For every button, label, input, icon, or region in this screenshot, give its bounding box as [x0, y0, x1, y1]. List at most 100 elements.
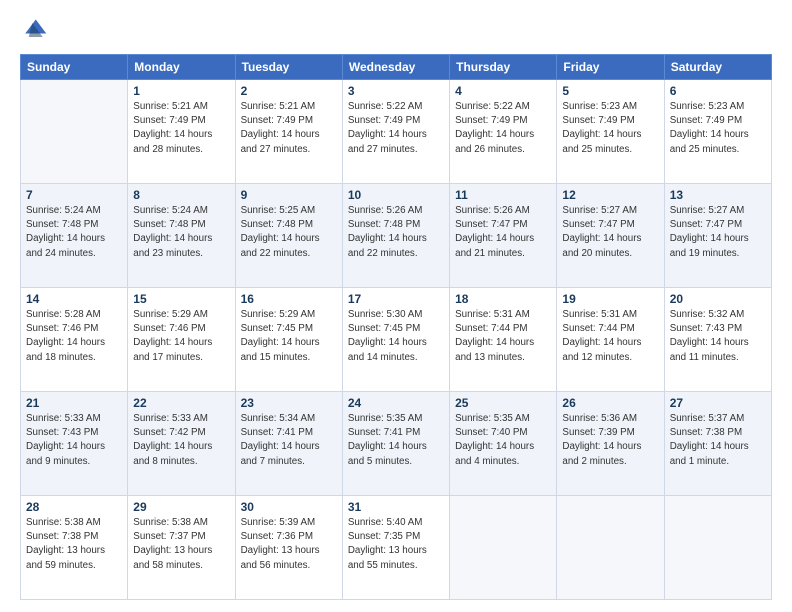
day-info: Sunrise: 5:22 AM Sunset: 7:49 PM Dayligh…: [455, 100, 551, 157]
calendar-cell: 18Sunrise: 5:31 AM Sunset: 7:44 PM Dayli…: [450, 288, 557, 392]
day-info: Sunrise: 5:38 AM Sunset: 7:37 PM Dayligh…: [133, 516, 229, 573]
day-number: 14: [26, 292, 122, 306]
day-info: Sunrise: 5:24 AM Sunset: 7:48 PM Dayligh…: [133, 204, 229, 261]
day-info: Sunrise: 5:35 AM Sunset: 7:40 PM Dayligh…: [455, 412, 551, 469]
calendar-cell: 24 Sunrise: 5:35 AM Sunset: 7:41 PM Dayli…: [342, 392, 449, 496]
header: [20, 16, 772, 44]
day-number: 10: [348, 188, 444, 202]
day-number: 6: [670, 84, 766, 98]
calendar-cell: 23 Sunrise: 5:34 AM Sunset: 7:41 PM Dayli…: [235, 392, 342, 496]
calendar-cell: 17 Sunrise: 5:30 AM Sunset: 7:45 PM Dayli…: [342, 288, 449, 392]
calendar-cell: [557, 496, 664, 600]
calendar-cell: 7 Sunrise: 5:24 AM Sunset: 7:48 PM Daylig…: [21, 184, 128, 288]
day-info: Sunrise: 5:21 AM Sunset: 7:49 PM Dayligh…: [241, 100, 337, 157]
calendar-cell: 13Sunrise: 5:27 AM Sunset: 7:47 PM Dayli…: [664, 184, 771, 288]
day-number: 12: [562, 188, 658, 202]
day-info: Sunrise: 5:24 AM Sunset: 7:48 PM Dayligh…: [26, 204, 122, 261]
calendar-col-header: Saturday: [664, 55, 771, 80]
day-number: 25: [455, 396, 551, 410]
day-number: 28: [26, 500, 122, 514]
calendar-table: SundayMondayTuesdayWednesdayThursdayFrid…: [20, 54, 772, 600]
calendar-cell: [664, 496, 771, 600]
calendar-header-row: SundayMondayTuesdayWednesdayThursdayFrid…: [21, 55, 772, 80]
calendar-cell: 20 Sunrise: 5:32 AM Sunset: 7:43 PM Dayli…: [664, 288, 771, 392]
calendar-cell: [21, 80, 128, 184]
calendar-cell: 30 Sunrise: 5:39 AM Sunset: 7:36 PM Dayli…: [235, 496, 342, 600]
day-info: Sunrise: 5:23 AM Sunset: 7:49 PM Dayligh…: [562, 100, 658, 157]
calendar-cell: 4Sunrise: 5:22 AM Sunset: 7:49 PM Daylig…: [450, 80, 557, 184]
calendar-col-header: Sunday: [21, 55, 128, 80]
calendar-cell: 28 Sunrise: 5:38 AM Sunset: 7:38 PM Dayli…: [21, 496, 128, 600]
day-number: 2: [241, 84, 337, 98]
calendar-week-row: 21 Sunrise: 5:33 AM Sunset: 7:43 PM Dayli…: [21, 392, 772, 496]
calendar-cell: 15Sunrise: 5:29 AM Sunset: 7:46 PM Dayli…: [128, 288, 235, 392]
day-number: 23: [241, 396, 337, 410]
day-info: Sunrise: 5:30 AM Sunset: 7:45 PM Dayligh…: [348, 308, 444, 365]
day-number: 15: [133, 292, 229, 306]
calendar-cell: [450, 496, 557, 600]
calendar-cell: 26Sunrise: 5:36 AM Sunset: 7:39 PM Dayli…: [557, 392, 664, 496]
calendar-week-row: 7 Sunrise: 5:24 AM Sunset: 7:48 PM Daylig…: [21, 184, 772, 288]
calendar-cell: 1 Sunrise: 5:21 AM Sunset: 7:49 PM Daylig…: [128, 80, 235, 184]
calendar-week-row: 1 Sunrise: 5:21 AM Sunset: 7:49 PM Daylig…: [21, 80, 772, 184]
calendar-col-header: Thursday: [450, 55, 557, 80]
day-info: Sunrise: 5:32 AM Sunset: 7:43 PM Dayligh…: [670, 308, 766, 365]
calendar-cell: 21 Sunrise: 5:33 AM Sunset: 7:43 PM Dayli…: [21, 392, 128, 496]
day-number: 17: [348, 292, 444, 306]
calendar-cell: 25 Sunrise: 5:35 AM Sunset: 7:40 PM Dayli…: [450, 392, 557, 496]
day-number: 20: [670, 292, 766, 306]
calendar-cell: 6Sunrise: 5:23 AM Sunset: 7:49 PM Daylig…: [664, 80, 771, 184]
day-info: Sunrise: 5:26 AM Sunset: 7:47 PM Dayligh…: [455, 204, 551, 261]
day-number: 31: [348, 500, 444, 514]
calendar-cell: 12 Sunrise: 5:27 AM Sunset: 7:47 PM Dayli…: [557, 184, 664, 288]
day-number: 29: [133, 500, 229, 514]
day-info: Sunrise: 5:25 AM Sunset: 7:48 PM Dayligh…: [241, 204, 337, 261]
day-number: 1: [133, 84, 229, 98]
calendar-cell: 29 Sunrise: 5:38 AM Sunset: 7:37 PM Dayli…: [128, 496, 235, 600]
day-number: 30: [241, 500, 337, 514]
day-number: 24: [348, 396, 444, 410]
day-info: Sunrise: 5:27 AM Sunset: 7:47 PM Dayligh…: [562, 204, 658, 261]
day-number: 16: [241, 292, 337, 306]
calendar-cell: 16Sunrise: 5:29 AM Sunset: 7:45 PM Dayli…: [235, 288, 342, 392]
day-number: 19: [562, 292, 658, 306]
day-info: Sunrise: 5:26 AM Sunset: 7:48 PM Dayligh…: [348, 204, 444, 261]
day-info: Sunrise: 5:39 AM Sunset: 7:36 PM Dayligh…: [241, 516, 337, 573]
day-number: 5: [562, 84, 658, 98]
calendar-cell: 11 Sunrise: 5:26 AM Sunset: 7:47 PM Dayli…: [450, 184, 557, 288]
calendar-cell: 19 Sunrise: 5:31 AM Sunset: 7:44 PM Dayli…: [557, 288, 664, 392]
calendar-cell: 8 Sunrise: 5:24 AM Sunset: 7:48 PM Daylig…: [128, 184, 235, 288]
calendar-col-header: Tuesday: [235, 55, 342, 80]
calendar-cell: 9 Sunrise: 5:25 AM Sunset: 7:48 PM Daylig…: [235, 184, 342, 288]
day-number: 13: [670, 188, 766, 202]
calendar-cell: 3 Sunrise: 5:22 AM Sunset: 7:49 PM Daylig…: [342, 80, 449, 184]
day-info: Sunrise: 5:35 AM Sunset: 7:41 PM Dayligh…: [348, 412, 444, 469]
day-number: 11: [455, 188, 551, 202]
day-info: Sunrise: 5:21 AM Sunset: 7:49 PM Dayligh…: [133, 100, 229, 157]
day-info: Sunrise: 5:22 AM Sunset: 7:49 PM Dayligh…: [348, 100, 444, 157]
day-number: 8: [133, 188, 229, 202]
day-number: 7: [26, 188, 122, 202]
day-info: Sunrise: 5:34 AM Sunset: 7:41 PM Dayligh…: [241, 412, 337, 469]
calendar-cell: 5 Sunrise: 5:23 AM Sunset: 7:49 PM Daylig…: [557, 80, 664, 184]
logo-icon: [20, 16, 48, 44]
calendar-col-header: Monday: [128, 55, 235, 80]
day-number: 27: [670, 396, 766, 410]
calendar-cell: 10 Sunrise: 5:26 AM Sunset: 7:48 PM Dayli…: [342, 184, 449, 288]
calendar-col-header: Wednesday: [342, 55, 449, 80]
calendar-week-row: 28 Sunrise: 5:38 AM Sunset: 7:38 PM Dayli…: [21, 496, 772, 600]
calendar-cell: 22Sunrise: 5:33 AM Sunset: 7:42 PM Dayli…: [128, 392, 235, 496]
day-number: 3: [348, 84, 444, 98]
calendar-cell: 2 Sunrise: 5:21 AM Sunset: 7:49 PM Daylig…: [235, 80, 342, 184]
calendar-cell: 27Sunrise: 5:37 AM Sunset: 7:38 PM Dayli…: [664, 392, 771, 496]
day-info: Sunrise: 5:38 AM Sunset: 7:38 PM Dayligh…: [26, 516, 122, 573]
day-number: 9: [241, 188, 337, 202]
day-info: Sunrise: 5:33 AM Sunset: 7:43 PM Dayligh…: [26, 412, 122, 469]
day-info: Sunrise: 5:40 AM Sunset: 7:35 PM Dayligh…: [348, 516, 444, 573]
day-info: Sunrise: 5:31 AM Sunset: 7:44 PM Dayligh…: [562, 308, 658, 365]
logo: [20, 16, 52, 44]
day-number: 21: [26, 396, 122, 410]
day-number: 22: [133, 396, 229, 410]
calendar-cell: 14Sunrise: 5:28 AM Sunset: 7:46 PM Dayli…: [21, 288, 128, 392]
calendar-col-header: Friday: [557, 55, 664, 80]
